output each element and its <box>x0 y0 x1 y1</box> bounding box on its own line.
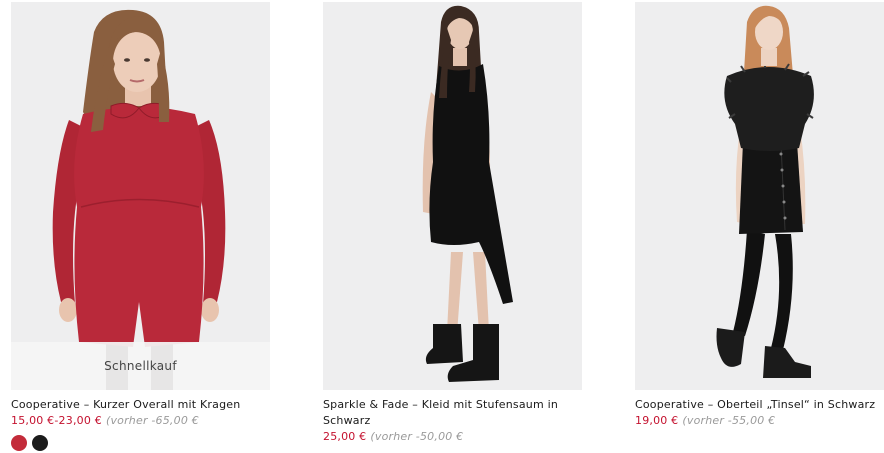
product-card: Cooperative – Oberteil „Tinsel“ in Schwa… <box>635 2 884 429</box>
price-line: 25,00 € (vorher -50,00 € <box>323 429 582 445</box>
product-image-link[interactable] <box>323 2 582 390</box>
product-photo <box>52 9 226 390</box>
color-swatches <box>11 435 270 451</box>
product-image-link[interactable] <box>635 2 884 390</box>
product-title[interactable]: Sparkle & Fade – Kleid mit Stufensaum in… <box>323 397 582 429</box>
product-photo <box>716 5 814 378</box>
was-price: (vorher -65,00 € <box>105 414 199 427</box>
sale-price: 25,00 € <box>323 430 367 443</box>
color-swatch-red[interactable] <box>11 435 27 451</box>
product-photo <box>422 5 513 382</box>
sale-price: 19,00 € <box>635 414 679 427</box>
product-card: Schnellkauf Cooperative – Kurzer Overall… <box>11 2 270 451</box>
price-line: 15,00 €-23,00 € (vorher -65,00 € <box>11 413 270 429</box>
quickbuy-button[interactable]: Schnellkauf <box>11 342 270 390</box>
product-title[interactable]: Cooperative – Kurzer Overall mit Kragen <box>11 397 270 413</box>
sale-price: 15,00 €-23,00 € <box>11 414 102 427</box>
color-swatch-black[interactable] <box>32 435 48 451</box>
product-title[interactable]: Cooperative – Oberteil „Tinsel“ in Schwa… <box>635 397 884 413</box>
product-card: Sparkle & Fade – Kleid mit Stufensaum in… <box>323 2 582 445</box>
price-line: 19,00 € (vorher -55,00 € <box>635 413 884 429</box>
was-price: (vorher -55,00 € <box>682 414 776 427</box>
was-price: (vorher -50,00 € <box>370 430 464 443</box>
product-image-link[interactable]: Schnellkauf <box>11 2 270 390</box>
